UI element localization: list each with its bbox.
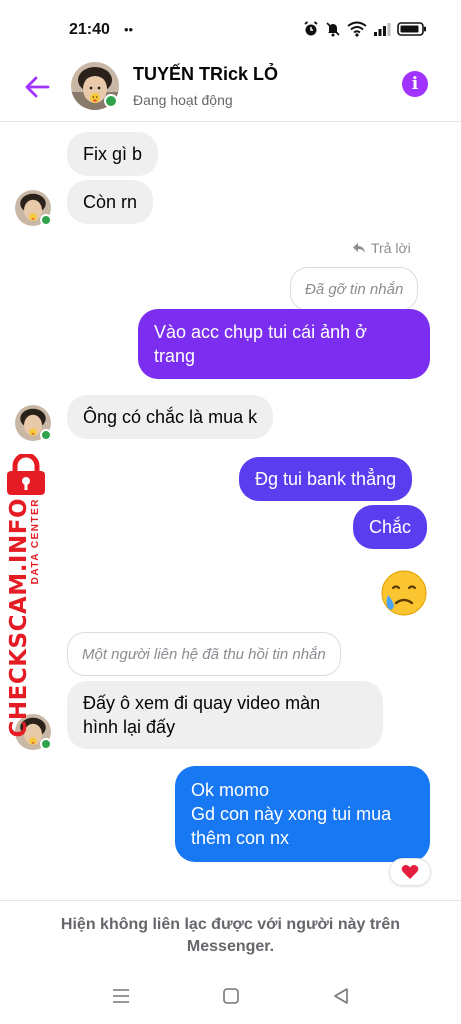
unavailable-notice: Hiện không liên lạc được với người này t… (0, 900, 461, 964)
info-icon[interactable]: i (402, 71, 428, 97)
watermark: CHECKSCAM.INFO DATA CENTER (2, 452, 50, 737)
reply-icon (353, 243, 365, 253)
contact-active-status: Đang hoạt động (133, 92, 233, 108)
lock-icon (7, 454, 45, 495)
back-icon[interactable] (329, 984, 353, 1008)
message-reaction[interactable] (389, 858, 431, 886)
contact-name[interactable]: TUYẾN TRick LỎ (133, 64, 278, 85)
message-line: Ok momo (191, 780, 270, 800)
reply-label-text: Trả lời (371, 240, 411, 256)
watermark-sub: DATA CENTER (30, 498, 46, 598)
heart-icon (401, 865, 419, 879)
notice-line: Messenger. (186, 938, 275, 955)
watermark-main-text: CHECKSCAM.INFO (6, 498, 32, 738)
message-outgoing[interactable]: Vào acc chụp tui cái ảnh ở trang (138, 309, 430, 379)
online-indicator (104, 94, 118, 108)
status-bar: 21:40 •• (0, 0, 461, 58)
battery-icon (397, 22, 426, 36)
message-line: trang (154, 346, 196, 366)
online-indicator (40, 738, 52, 750)
online-indicator (40, 214, 52, 226)
mute-icon (326, 22, 340, 37)
notice-line: Hiện không liên lạc được với người này t… (60, 916, 401, 933)
message-incoming[interactable]: Fix gì b (67, 132, 159, 176)
message-incoming[interactable]: Đấy ô xem đi quay video màn hình lại đấy (67, 681, 383, 749)
message-line: Vào acc chụp tui cái ảnh ở (154, 322, 367, 342)
alarm-icon (304, 21, 318, 36)
message-outgoing[interactable]: Chắc (353, 505, 428, 549)
message-outgoing[interactable]: Đg tui bank thẳng (239, 457, 413, 501)
message-line: Gd con này xong tui mua (191, 804, 392, 824)
chat-header: TUYẾN TRick LỎ Đang hoạt động i (0, 58, 461, 122)
menu-icon[interactable] (109, 984, 133, 1008)
message-incoming[interactable]: Còn rn (67, 180, 154, 224)
removed-message: Đã gỡ tin nhắn (290, 267, 419, 311)
message-incoming[interactable]: Ông có chắc là mua k (67, 395, 274, 439)
watermark-main: CHECKSCAM.INFO (6, 498, 32, 737)
wifi-icon (347, 21, 367, 37)
message-line: hình lại đấy (83, 717, 176, 737)
message-outgoing[interactable]: Ok momo Gd con này xong tui mua thêm con… (175, 766, 430, 862)
message-line: Đấy ô xem đi quay video màn (83, 693, 321, 713)
home-icon[interactable] (219, 984, 243, 1008)
system-nav-bar (0, 964, 461, 1024)
message-line: thêm con nx (191, 828, 290, 848)
back-arrow-icon (25, 76, 50, 98)
watermark-sub-text: DATA CENTER (30, 498, 41, 585)
signal-icon (374, 23, 391, 36)
back-button[interactable] (20, 70, 54, 104)
reply-label: Trả lời (352, 240, 411, 256)
online-indicator (40, 429, 52, 441)
sad-relieved-face-icon[interactable] (379, 568, 429, 618)
status-time: 21:40 (69, 21, 110, 38)
recalled-message: Một người liên hệ đã thu hồi tin nhắn (67, 632, 341, 676)
status-indicator: •• (124, 22, 134, 37)
status-icons (303, 21, 427, 37)
